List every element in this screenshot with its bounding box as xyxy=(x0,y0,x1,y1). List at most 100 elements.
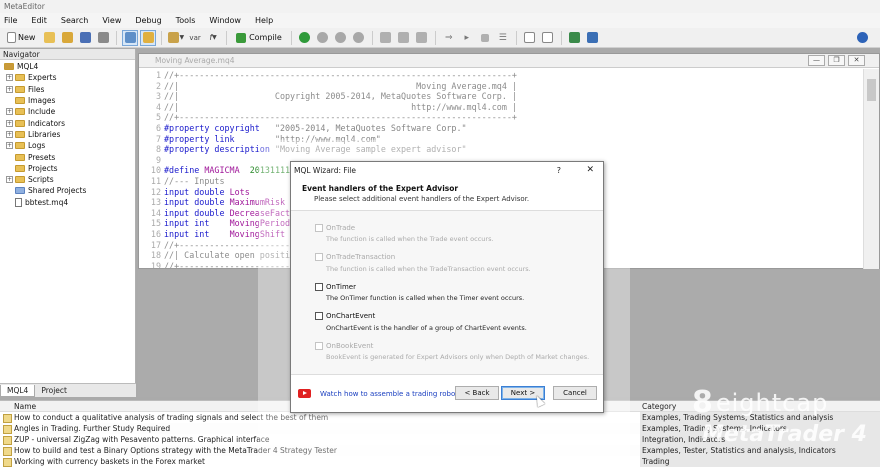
tree-item-libraries[interactable]: + Libraries xyxy=(0,129,135,140)
code-token: MaximumRisk xyxy=(229,197,286,208)
ontimer-checkbox[interactable] xyxy=(315,282,323,291)
open-button[interactable] xyxy=(41,30,57,46)
code-line[interactable]: 5//+------------------------------------… xyxy=(139,112,859,123)
find-in-files-button[interactable] xyxy=(540,30,556,46)
open-data-folder-button[interactable] xyxy=(59,30,75,46)
tree-item-label: Images xyxy=(28,96,56,106)
tab-mql4[interactable]: MQL4 xyxy=(0,384,36,397)
scrollbar-thumb[interactable] xyxy=(867,79,876,101)
help-button[interactable] xyxy=(585,30,601,46)
folder-icon xyxy=(15,74,25,82)
restore-button[interactable]: ❐ xyxy=(828,55,845,66)
option-onbookevent: OnBookEvent BookEvent is generated for E… xyxy=(315,339,603,369)
line-number: 3 xyxy=(155,91,161,102)
expand-icon[interactable]: + xyxy=(6,108,13,116)
step-over-button[interactable] xyxy=(396,30,412,46)
video-tutorial-link[interactable]: Watch how to assemble a trading robot xyxy=(320,390,458,398)
help-icon[interactable]: ? xyxy=(557,166,561,175)
tree-item-projects[interactable]: + Projects xyxy=(0,163,135,174)
menu-search[interactable]: Search xyxy=(61,16,88,25)
menu-help[interactable]: Help xyxy=(255,16,273,25)
tab-project[interactable]: Project xyxy=(35,385,73,397)
menu-debug[interactable]: Debug xyxy=(135,16,161,25)
profiling-button[interactable]: ☰ xyxy=(495,30,511,46)
navigator-toggle-button[interactable] xyxy=(122,29,139,46)
save-icon xyxy=(79,32,91,43)
code-line[interactable]: 3//| Copyright 2005-2014, MetaQuotes Sof… xyxy=(139,91,859,102)
compile-button[interactable]: Compile xyxy=(232,30,286,46)
option-onchartevent[interactable]: OnChartEvent OnChartEvent is the handler… xyxy=(315,310,603,340)
tree-item-presets[interactable]: + Presets xyxy=(0,151,135,162)
pause-button[interactable] xyxy=(333,30,349,46)
tree-item-label: Logs xyxy=(28,141,46,151)
var-button[interactable]: var xyxy=(187,30,203,46)
onchartevent-checkbox[interactable] xyxy=(315,312,323,320)
window-title-bar: MetaEditor xyxy=(0,0,880,13)
code-line[interactable]: 1//+------------------------------------… xyxy=(139,70,859,81)
option-label[interactable]: OnChartEvent xyxy=(326,312,375,320)
video-play-icon[interactable] xyxy=(298,389,311,398)
minimize-button[interactable]: — xyxy=(808,55,825,66)
tree-item-images[interactable]: + Images xyxy=(0,95,135,106)
code-line[interactable]: 4//| http://www.mql4.com | xyxy=(139,102,859,113)
ontradetransaction-checkbox xyxy=(315,253,323,261)
expand-icon[interactable]: + xyxy=(6,130,13,138)
folder-icon xyxy=(15,108,25,116)
menu-tools[interactable]: Tools xyxy=(176,16,196,25)
tree-item-scripts[interactable]: + Scripts xyxy=(0,174,135,185)
menu-file[interactable]: File xyxy=(4,16,17,25)
gear-icon xyxy=(856,32,868,43)
code-line[interactable]: 8 #property description "Moving Average s… xyxy=(139,144,859,155)
editor-file-title: Moving Average.mq4 xyxy=(155,56,235,65)
tree-item-include[interactable]: + Include xyxy=(0,106,135,117)
terminal-button[interactable] xyxy=(567,30,583,46)
option-ontimer[interactable]: OnTimer The OnTimer function is called w… xyxy=(315,280,603,310)
tree-item-label: Indicators xyxy=(28,118,66,128)
code-line[interactable]: 7 #property link "http://www.mql4.com" xyxy=(139,134,859,145)
breakpoint-toggle-button[interactable]: ⇒ xyxy=(441,30,457,46)
breakpoint-remove-button[interactable] xyxy=(477,30,493,46)
options-button[interactable] xyxy=(854,30,870,46)
editor-scrollbar[interactable] xyxy=(863,69,879,269)
toolbox-toggle-button[interactable] xyxy=(140,29,157,46)
mq4-file-icon xyxy=(15,197,22,207)
code-token: //| Calculate open positi xyxy=(164,250,291,261)
start-debug-history-button[interactable] xyxy=(315,30,331,46)
tree-item-experts[interactable]: + Experts xyxy=(0,72,135,83)
step-into-button[interactable] xyxy=(378,30,394,46)
code-line[interactable]: 6 #property copyright "2005-2014, MetaQuo… xyxy=(139,123,859,134)
option-label[interactable]: OnTimer xyxy=(326,283,356,291)
expand-icon[interactable]: + xyxy=(6,119,13,127)
expand-icon[interactable]: + xyxy=(6,142,13,150)
expand-icon[interactable]: + xyxy=(6,85,13,93)
new-button-label: New xyxy=(18,33,36,42)
new-button[interactable]: New xyxy=(3,30,39,46)
code-line[interactable]: 2//| Moving Average.mq4 | xyxy=(139,81,859,92)
tree-item-logs[interactable]: + Logs xyxy=(0,140,135,151)
breakpoint-next-button[interactable]: ▸ xyxy=(459,30,475,46)
expand-icon[interactable]: + xyxy=(6,74,13,82)
menu-view[interactable]: View xyxy=(102,16,121,25)
tree-item-files[interactable]: + Files xyxy=(0,84,135,95)
back-button[interactable]: < Back xyxy=(455,386,499,400)
close-icon[interactable]: ✕ xyxy=(586,165,594,175)
styler-button[interactable]: ▼ xyxy=(167,30,185,46)
folder-icon xyxy=(15,85,25,93)
step-out-button[interactable] xyxy=(414,30,430,46)
stop-button[interactable] xyxy=(351,30,367,46)
print-button[interactable] xyxy=(95,30,111,46)
menu-window[interactable]: Window xyxy=(209,16,241,25)
copy-button[interactable] xyxy=(522,30,538,46)
close-button[interactable]: ✕ xyxy=(848,55,865,66)
function-button[interactable]: f ▼ xyxy=(205,30,221,46)
save-button[interactable] xyxy=(77,30,93,46)
tree-item-shared-projects[interactable]: + Shared Projects xyxy=(0,185,135,196)
cancel-button[interactable]: Cancel xyxy=(553,386,597,400)
start-debug-real-button[interactable] xyxy=(297,30,313,46)
tree-item-bbtest[interactable]: + bbtest.mq4 xyxy=(0,197,135,208)
expand-icon[interactable]: + xyxy=(6,176,13,184)
menu-edit[interactable]: Edit xyxy=(31,16,47,25)
column-header-category[interactable]: Category xyxy=(640,401,676,411)
tree-root-mql4[interactable]: MQL4 xyxy=(0,61,135,72)
tree-item-indicators[interactable]: + Indicators xyxy=(0,117,135,128)
